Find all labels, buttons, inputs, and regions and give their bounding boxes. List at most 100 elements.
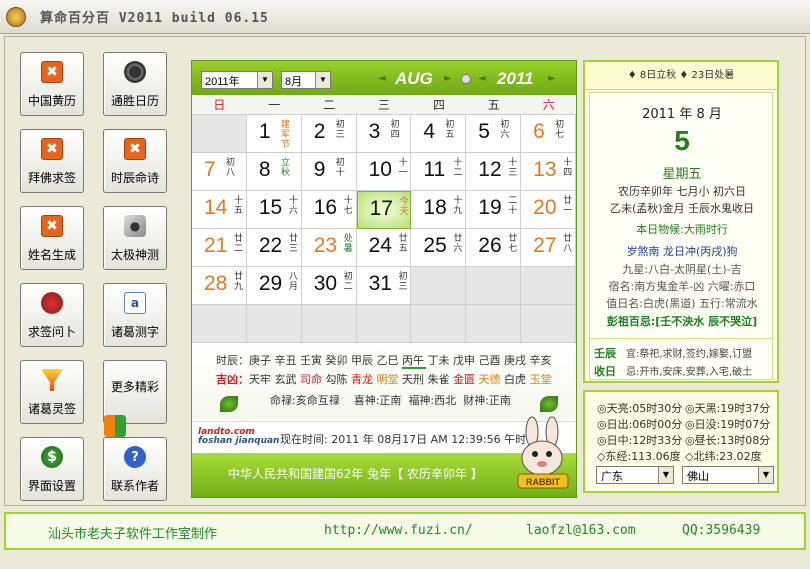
day-cell[interactable]: 4 初五 [411, 115, 467, 153]
day-cell[interactable]: 19 二十 [466, 191, 522, 229]
taiji-button[interactable]: ● 太极神测 [103, 206, 167, 270]
day-cell[interactable]: 23 处暑 [301, 229, 357, 267]
sunset: ◎日没:19时07分 [685, 418, 771, 431]
day-number: 14 [204, 196, 228, 219]
day-cell[interactable]: 26 廿七 [466, 229, 522, 267]
weekday-label: 一 [268, 98, 281, 112]
hour-poem-button[interactable]: ✖ 时辰命诗 [103, 129, 167, 193]
lunar-day: 十三 [508, 158, 518, 178]
daylength: ◎昼长:13时08分 [685, 434, 771, 447]
day-cell[interactable]: 2 初三 [301, 115, 357, 153]
day-cell[interactable]: 1 建军节 [246, 115, 302, 153]
city-select[interactable]: 佛山 ▼ [682, 466, 774, 484]
current-hour-underline [402, 367, 426, 369]
day-cell[interactable]: 25 廿六 [411, 229, 467, 267]
more-button[interactable]: 更多精彩 [103, 360, 167, 437]
day-cell[interactable]: 6 初七 [521, 115, 576, 153]
day-cell[interactable]: 24 廿五 [356, 229, 412, 267]
email-link[interactable]: laofzl@163.com [526, 523, 636, 538]
chevron-down-icon[interactable]: ▼ [658, 467, 673, 483]
tongsheng-button[interactable]: 通胜日历 [103, 52, 167, 116]
button-label: 诸葛测字 [110, 325, 159, 339]
next-month-arrow-icon[interactable]: ► [444, 73, 452, 84]
day-number: 1 [258, 120, 271, 143]
day-cell[interactable]: 31 初三 [356, 267, 412, 305]
lunar-day: 初三 [398, 272, 408, 292]
lunar-day: 廿六 [453, 234, 463, 254]
button-label: 通胜日历 [110, 94, 159, 108]
chevron-down-icon[interactable]: ▼ [315, 72, 330, 88]
contact-button[interactable]: ? 联系作者 [103, 437, 167, 501]
empty-day-cell [246, 305, 302, 343]
day-cell[interactable]: 22 廿三 [246, 229, 302, 267]
jixiong-item: 朱雀 [427, 373, 453, 386]
app-logo-icon[interactable] [6, 6, 26, 27]
prev-year-arrow-icon[interactable]: ◄ [478, 73, 486, 84]
sun-info-panel: ◎天亮:05时30分 ◎天黑:19时37分 ◎日出:06时00分 ◎日没:19时… [583, 390, 779, 493]
weekday-label: 三 [378, 98, 391, 112]
lunar-day: 初二 [343, 272, 353, 292]
day-cell[interactable]: 29 八月 [246, 267, 302, 305]
day-cell[interactable]: 9 初十 [301, 153, 357, 191]
day-cell[interactable]: 3 初四 [356, 115, 412, 153]
lunar-day: 廿一 [563, 196, 573, 216]
current-time: 现在时间: 2011 年 08月17日 AM 12:39:56 午时 [280, 433, 527, 446]
day-cell[interactable]: 10 十一 [356, 153, 412, 191]
weekday-label: 六 [542, 98, 555, 112]
lunar-day: 廿八 [563, 234, 573, 254]
divination-button[interactable]: 求签问卜 [20, 283, 84, 347]
calendar-header: 2011年 ▼ 8月 ▼ ◄ AUG ► ◄ 2011 ► [192, 61, 576, 95]
day-cell[interactable]: 27 廿八 [521, 229, 576, 267]
leaf-icon [540, 396, 558, 412]
day-cell[interactable]: 15 十六 [246, 191, 302, 229]
jixiong-item: 玄武 [274, 373, 300, 386]
day-cell[interactable]: 17 今天 [356, 191, 412, 229]
day-cell[interactable]: 12 十三 [466, 153, 522, 191]
dawn: ◎天亮:05时30分 [597, 402, 683, 415]
empty-day-cell [466, 305, 522, 343]
day-cell[interactable]: 8 立秋 [246, 153, 302, 191]
province-select[interactable]: 广东 ▼ [596, 466, 674, 484]
sunrise: ◎日出:06时00分 [597, 418, 683, 431]
chevron-down-icon[interactable]: ▼ [257, 72, 272, 88]
lunar-day: 初五 [445, 120, 455, 140]
longitude: ◇东经:113.06度 [597, 450, 681, 463]
button-label: 时辰命诗 [110, 171, 159, 185]
day-number: 5 [674, 125, 690, 156]
window-title: 算命百分百 V2011 build 06.15 [40, 11, 269, 26]
duty-element: 值日名:白虎(黑道) 五行:常流水 [606, 297, 758, 310]
zhuge-lot-button[interactable]: 诸葛灵签 [20, 360, 84, 424]
day-cell[interactable]: 30 初二 [301, 267, 357, 305]
day-cell[interactable]: 5 初六 [466, 115, 522, 153]
day-cell[interactable]: 7 初八 [192, 153, 247, 191]
today-dot-button[interactable] [461, 74, 471, 84]
day-cell[interactable]: 16 十七 [301, 191, 357, 229]
empty-day-cell [192, 305, 247, 343]
day-cell[interactable]: 20 廿一 [521, 191, 576, 229]
rabbit-label: RABBIT [526, 477, 560, 487]
almanac-button[interactable]: ✖ 中国黄历 [20, 52, 84, 116]
zhuge-char-button[interactable]: a 诸葛测字 [103, 283, 167, 347]
day-number: 28 [204, 272, 228, 295]
day-cell[interactable]: 13 十四 [521, 153, 576, 191]
year-month: 2011 年 8 月 [642, 107, 722, 122]
jixiong-item: 玉堂 [529, 373, 552, 386]
lunar-day: 十一 [398, 158, 408, 178]
day-cell[interactable]: 11 十二 [411, 153, 467, 191]
day-cell[interactable]: 18 十九 [411, 191, 467, 229]
website-link[interactable]: http://www.fuzi.cn/ [324, 523, 473, 538]
next-year-arrow-icon[interactable]: ► [548, 73, 556, 84]
jixiong-item: 天德 [478, 373, 504, 386]
ui-settings-button[interactable]: $ 界面设置 [20, 437, 84, 501]
name-gen-button[interactable]: ✖ 姓名生成 [20, 206, 84, 270]
daily-info: 时辰：庚子 辛丑 壬寅 癸卯 甲辰 乙巳 丙午 丁未 戊申 己酉 庚戌 辛亥 吉… [192, 344, 576, 419]
chevron-down-icon[interactable]: ▼ [758, 467, 773, 483]
day-cell[interactable]: 21 廿二 [192, 229, 247, 267]
prev-month-arrow-icon[interactable]: ◄ [378, 73, 386, 84]
year-select[interactable]: 2011年 ▼ [201, 71, 273, 89]
studio-credit: 汕头市老夫子软件工作室制作 [48, 527, 218, 542]
day-cell[interactable]: 28 廿九 [192, 267, 247, 305]
day-cell[interactable]: 14 十五 [192, 191, 247, 229]
buddha-lot-button[interactable]: ✖ 拜佛求签 [20, 129, 84, 193]
month-select[interactable]: 8月 ▼ [281, 71, 331, 89]
